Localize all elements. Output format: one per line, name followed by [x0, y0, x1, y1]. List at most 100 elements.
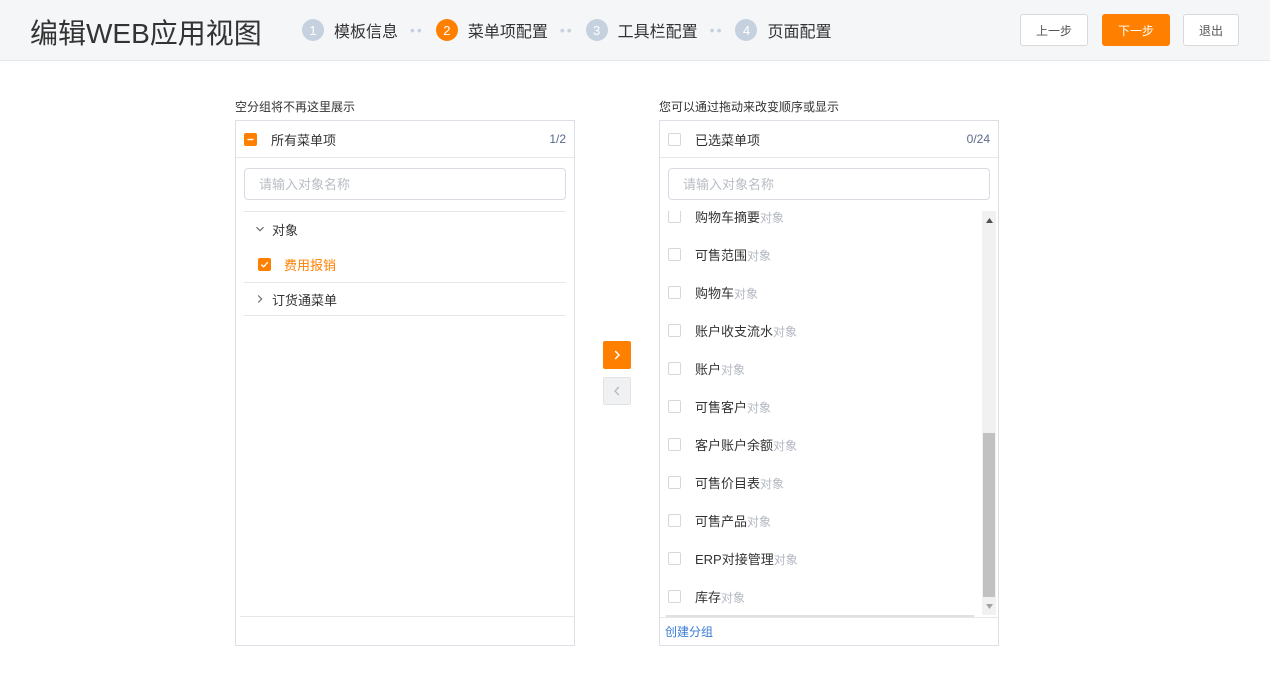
select-all-checkbox[interactable]	[668, 132, 681, 146]
tree-group-ordering-menu[interactable]: 订货通菜单	[244, 282, 566, 316]
item-type-tag: 对象	[773, 324, 798, 339]
chevron-left-icon	[614, 386, 620, 396]
item-checkbox[interactable]	[668, 589, 681, 603]
list-item[interactable]: 可售产品对象	[660, 501, 982, 539]
scroll-down-icon[interactable]	[982, 599, 996, 613]
scroll-up-icon[interactable]	[982, 213, 996, 227]
list-item[interactable]: 可售客户对象	[660, 387, 982, 425]
step-number: 1	[302, 19, 324, 41]
item-checkbox[interactable]	[668, 211, 681, 223]
list-item[interactable]: 库存对象	[660, 577, 982, 615]
item-checkbox[interactable]	[668, 361, 681, 375]
tree-item-expense[interactable]: 费用报销	[244, 246, 566, 282]
prev-step-button[interactable]: 上一步	[1020, 14, 1088, 46]
item-name: 可售价目表	[695, 475, 761, 491]
item-type-tag: 对象	[747, 248, 772, 263]
item-checkbox[interactable]	[668, 513, 681, 527]
next-step-button[interactable]: 下一步	[1102, 14, 1170, 46]
tree-group-label: 对象	[272, 222, 299, 238]
list-item[interactable]: 可售范围对象	[660, 235, 982, 273]
item-checkbox[interactable]	[668, 551, 681, 565]
left-caption: 空分组将不再这里展示	[235, 100, 356, 114]
step-number: 2	[435, 19, 458, 41]
tree-group-objects[interactable]: 对象	[244, 212, 566, 246]
selected-menu-items-panel: 已选菜单项 0/24 购物车摘要对象 可售范围对象 购物车对象 账户收支流水对象	[659, 120, 999, 646]
panel-footer-divider	[240, 616, 574, 617]
item-name: 购物车	[695, 285, 735, 301]
item-name: 可售产品	[695, 513, 748, 529]
search-input[interactable]	[668, 168, 990, 200]
tree-group-label: 订货通菜单	[272, 292, 338, 308]
step-toolbar-config[interactable]: 3 工具栏配置	[585, 18, 698, 42]
menu-tree: 对象 费用报销 订货通菜单	[244, 211, 566, 316]
step-page-config[interactable]: 4 页面配置	[735, 18, 832, 42]
panel-header: 所有菜单项 1/2	[236, 121, 574, 158]
step-template-info[interactable]: 1 模板信息	[302, 18, 398, 42]
panel-title: 已选菜单项	[695, 132, 761, 148]
vertical-scrollbar[interactable]	[982, 211, 996, 615]
list-item[interactable]: 可售价目表对象	[660, 463, 982, 501]
tree-item-label: 费用报销	[284, 257, 337, 273]
step-menu-config[interactable]: 2 菜单项配置	[435, 18, 548, 42]
item-checkbox[interactable]	[668, 285, 681, 299]
page-header: 编辑WEB应用视图 1 模板信息 •• 2 菜单项配置 •• 3 工具栏配置 •…	[0, 0, 1270, 61]
item-name: 购物车摘要	[695, 211, 761, 225]
panel-header: 已选菜单项 0/24	[660, 121, 998, 158]
search-input[interactable]	[244, 168, 566, 200]
select-all-checkbox[interactable]	[244, 132, 257, 146]
item-name: 账户	[695, 361, 722, 377]
item-checkbox[interactable]	[668, 323, 681, 337]
scroll-thumb[interactable]	[983, 433, 995, 597]
all-menu-items-panel: 所有菜单项 1/2 对象 费用报销 订货通菜单	[235, 120, 575, 646]
list-item[interactable]: ERP对接管理对象	[660, 539, 982, 577]
item-type-tag: 对象	[760, 211, 785, 225]
right-caption: 您可以通过拖动来改变顺序或显示	[659, 100, 840, 114]
item-name: 账户收支流水	[695, 323, 774, 339]
list-item[interactable]: 账户对象	[660, 349, 982, 387]
step-separator: ••	[709, 22, 724, 38]
item-checkbox[interactable]	[668, 475, 681, 489]
list-item[interactable]: 购物车对象	[660, 273, 982, 311]
list-item[interactable]: 客户账户余额对象	[660, 425, 982, 463]
page-title: 编辑WEB应用视图	[30, 18, 262, 49]
exit-button[interactable]: 退出	[1183, 14, 1239, 46]
move-right-button[interactable]	[603, 341, 631, 369]
step-label: 页面配置	[767, 24, 832, 41]
step-label: 菜单项配置	[467, 24, 548, 41]
item-checkbox[interactable]	[258, 257, 271, 271]
list: 购物车摘要对象 可售范围对象 购物车对象 账户收支流水对象 账户对象 可售客户对…	[660, 211, 982, 615]
step-indicator: 1 模板信息 •• 2 菜单项配置 •• 3 工具栏配置 •• 4 页面配置	[302, 18, 832, 42]
item-name: ERP对接管理	[695, 551, 774, 567]
item-checkbox[interactable]	[668, 399, 681, 413]
item-checkbox[interactable]	[668, 247, 681, 261]
item-name: 可售客户	[695, 399, 748, 415]
item-type-tag: 对象	[721, 362, 746, 377]
list-item[interactable]: 账户收支流水对象	[660, 311, 982, 349]
selected-items-list: 购物车摘要对象 可售范围对象 购物车对象 账户收支流水对象 账户对象 可售客户对…	[660, 211, 998, 615]
step-separator: ••	[410, 22, 424, 38]
item-name: 客户账户余额	[695, 437, 774, 453]
step-label: 工具栏配置	[617, 24, 698, 41]
item-name: 库存	[695, 589, 722, 605]
selection-count: 0/24	[966, 132, 990, 146]
item-type-tag: 对象	[747, 514, 772, 529]
item-type-tag: 对象	[760, 476, 785, 491]
chevron-right-icon	[614, 350, 621, 360]
chevron-right-icon[interactable]	[254, 294, 266, 304]
step-separator: ••	[559, 22, 574, 38]
panel-title: 所有菜单项	[271, 132, 337, 148]
step-number: 4	[735, 19, 758, 41]
item-checkbox[interactable]	[668, 437, 681, 451]
step-label: 模板信息	[334, 24, 399, 41]
step-number: 3	[585, 19, 608, 41]
item-type-tag: 对象	[734, 286, 759, 301]
create-group-link[interactable]: 创建分组	[665, 623, 713, 640]
selection-count: 1/2	[549, 132, 566, 146]
panel-footer: 创建分组	[660, 617, 998, 645]
item-type-tag: 对象	[773, 438, 798, 453]
chevron-down-icon[interactable]	[254, 224, 266, 234]
item-type-tag: 对象	[773, 552, 798, 567]
list-item[interactable]: 购物车摘要对象	[660, 211, 982, 235]
item-type-tag: 对象	[721, 590, 746, 605]
move-left-button[interactable]	[603, 377, 631, 405]
